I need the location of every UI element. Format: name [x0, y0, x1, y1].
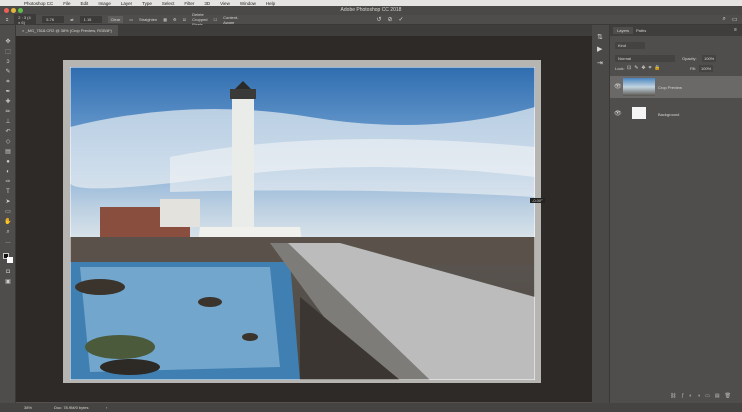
- play-actions-icon[interactable]: ▶: [597, 45, 602, 53]
- fill-label: Fill:: [690, 66, 697, 71]
- reset-icon[interactable]: ↺: [376, 16, 381, 23]
- opacity-label: Opacity:: [682, 56, 697, 61]
- history-icon[interactable]: ⇅: [597, 33, 603, 41]
- background-color-swatch[interactable]: [7, 257, 13, 263]
- menu-select[interactable]: Select: [162, 1, 175, 6]
- tools-panel: ✥ ⬚ ↄ ✎ ⌗ ✒ ✚ ✏ ⊥ ↶ ◇ ▤ ● ◐ ✑ T ➤ ▭ ✋ ⌕ …: [0, 25, 16, 403]
- document-tab-label: _MG_7518.CR2 @ 38% (Crop Preview, RGB/8*…: [25, 28, 112, 33]
- blend-mode-select[interactable]: Normal: [615, 55, 675, 62]
- visibility-eye-icon[interactable]: 👁: [614, 110, 622, 117]
- stamp-tool-icon[interactable]: ⊥: [4, 119, 12, 125]
- straighten-icon[interactable]: ▭: [129, 17, 133, 22]
- brush-tool-icon[interactable]: ✏: [4, 109, 12, 115]
- kind-filter[interactable]: Kind: [615, 42, 645, 49]
- grid-overlay-icon[interactable]: ▦: [163, 17, 167, 22]
- cancel-icon[interactable]: ⊘: [387, 16, 392, 23]
- status-arrow-icon[interactable]: ›: [106, 403, 107, 412]
- commit-check-icon[interactable]: ✓: [399, 16, 404, 23]
- healing-brush-icon[interactable]: ✚: [4, 99, 12, 105]
- content-aware-label: Content-Aware: [223, 14, 239, 25]
- shape-tool-icon[interactable]: ▭: [4, 209, 12, 215]
- menu-view[interactable]: View: [220, 1, 230, 6]
- straighten-button[interactable]: Straighten: [139, 17, 157, 22]
- move-tool-icon[interactable]: ✥: [4, 39, 12, 45]
- layers-panel: Layers Paths ≡ Kind Normal Opacity: 100%…: [610, 25, 742, 403]
- fill-field[interactable]: 100%: [699, 65, 714, 72]
- zoom-level[interactable]: 38%: [24, 403, 32, 412]
- dodge-icon[interactable]: ◐: [4, 169, 12, 175]
- menu-window[interactable]: Window: [240, 1, 256, 6]
- opacity-field[interactable]: 100%: [702, 55, 717, 62]
- lighthouse-photo[interactable]: [70, 67, 535, 380]
- width-field[interactable]: 5.76: [42, 16, 65, 23]
- visibility-eye-icon[interactable]: 👁: [614, 83, 622, 90]
- workspace-icon[interactable]: ▭: [732, 16, 738, 23]
- layer-row-crop-preview[interactable]: 👁 Crop Preview: [610, 76, 742, 98]
- maximize-window-button[interactable]: [18, 8, 23, 13]
- marquee-tool-icon[interactable]: ⬚: [4, 49, 12, 55]
- menu-type[interactable]: Type: [142, 1, 152, 6]
- options-bar: ⌗ 2 : 3 (4 x 6) 5.76 ⇄ 1.15 Clear ▭ Stra…: [0, 12, 742, 27]
- layer-thumbnail: [623, 78, 655, 96]
- menu-3d[interactable]: 3D: [204, 1, 210, 6]
- pen-tool-icon[interactable]: ✑: [4, 179, 12, 185]
- search-icon[interactable]: ⌕: [723, 16, 726, 23]
- layer-thumbnail: [632, 107, 646, 119]
- gear-icon[interactable]: ⚙: [173, 17, 177, 22]
- status-bar: 38% Doc: 78.9M/0 bytes ›: [0, 403, 742, 412]
- crop-tool-icon[interactable]: ⌗: [6, 17, 8, 22]
- lock-label: Lock:: [615, 66, 625, 71]
- lock-icons[interactable]: ⊡✎✥⌗🔒: [627, 65, 664, 71]
- menu-filter[interactable]: Filter: [184, 1, 194, 6]
- path-select-icon[interactable]: ➤: [4, 199, 12, 205]
- title-bar: Adobe Photoshop CC 2018: [0, 6, 742, 15]
- type-tool-icon[interactable]: T: [4, 189, 12, 195]
- blur-icon[interactable]: ●: [4, 159, 12, 165]
- close-window-button[interactable]: [4, 8, 9, 13]
- menu-photoshop[interactable]: Photoshop CC: [24, 1, 53, 6]
- height-field[interactable]: 1.15: [79, 16, 102, 23]
- hand-tool-icon[interactable]: ✋: [4, 219, 12, 225]
- eyedropper-icon[interactable]: ✒: [4, 89, 12, 95]
- menu-edit[interactable]: Edit: [81, 1, 89, 6]
- doc-size: Doc: 78.9M/0 bytes: [54, 405, 89, 410]
- properties-icon[interactable]: ⇥: [597, 59, 603, 67]
- quick-mask-icon[interactable]: ◘: [4, 269, 12, 275]
- tab-paths[interactable]: Paths: [636, 28, 646, 33]
- menu-help[interactable]: Help: [266, 1, 275, 6]
- layer-name: Crop Preview: [658, 85, 683, 90]
- collapsed-panels: ⇅ ▶ ⇥: [592, 25, 610, 403]
- photo-scene: [70, 67, 535, 380]
- layer-row-background[interactable]: 👁 Background: [610, 103, 742, 125]
- panel-menu-icon[interactable]: ≡: [734, 27, 737, 33]
- document-tabs: × _MG_7518.CR2 @ 38% (Crop Preview, RGB/…: [16, 25, 592, 36]
- layer-actions-icons[interactable]: ⛓ƒ◐◑▭▤🗑: [670, 393, 736, 399]
- zoom-tool-icon[interactable]: ⌕: [4, 229, 12, 235]
- layer-name: Background: [658, 112, 680, 117]
- gradient-icon[interactable]: ▤: [4, 149, 12, 155]
- ratio-select[interactable]: 2 : 3 (4 x 6): [14, 13, 37, 26]
- crop-tool-icon[interactable]: ⌗: [4, 79, 12, 85]
- minimize-window-button[interactable]: [11, 8, 16, 13]
- menu-file[interactable]: File: [63, 1, 70, 6]
- menu-layer[interactable]: Layer: [121, 1, 132, 6]
- delete-cropped-checkbox[interactable]: ☑: [183, 17, 187, 22]
- more-tools-icon[interactable]: …: [4, 239, 12, 245]
- eraser-icon[interactable]: ◇: [4, 139, 12, 145]
- quick-select-icon[interactable]: ✎: [4, 69, 12, 75]
- lasso-tool-icon[interactable]: ↄ: [4, 59, 12, 65]
- clear-button[interactable]: Clear: [107, 16, 124, 23]
- canvas-area[interactable]: -0.00°: [16, 36, 592, 402]
- swap-icon[interactable]: ⇄: [70, 17, 73, 22]
- screen-mode-icon[interactable]: ▣: [4, 279, 12, 285]
- menu-image[interactable]: Image: [98, 1, 111, 6]
- document-tab[interactable]: × _MG_7518.CR2 @ 38% (Crop Preview, RGB/…: [16, 25, 118, 36]
- content-aware-checkbox[interactable]: ☐: [214, 17, 218, 22]
- history-brush-icon[interactable]: ↶: [4, 129, 12, 135]
- angle-readout: -0.00°: [530, 198, 545, 203]
- tab-layers[interactable]: Layers: [613, 27, 634, 34]
